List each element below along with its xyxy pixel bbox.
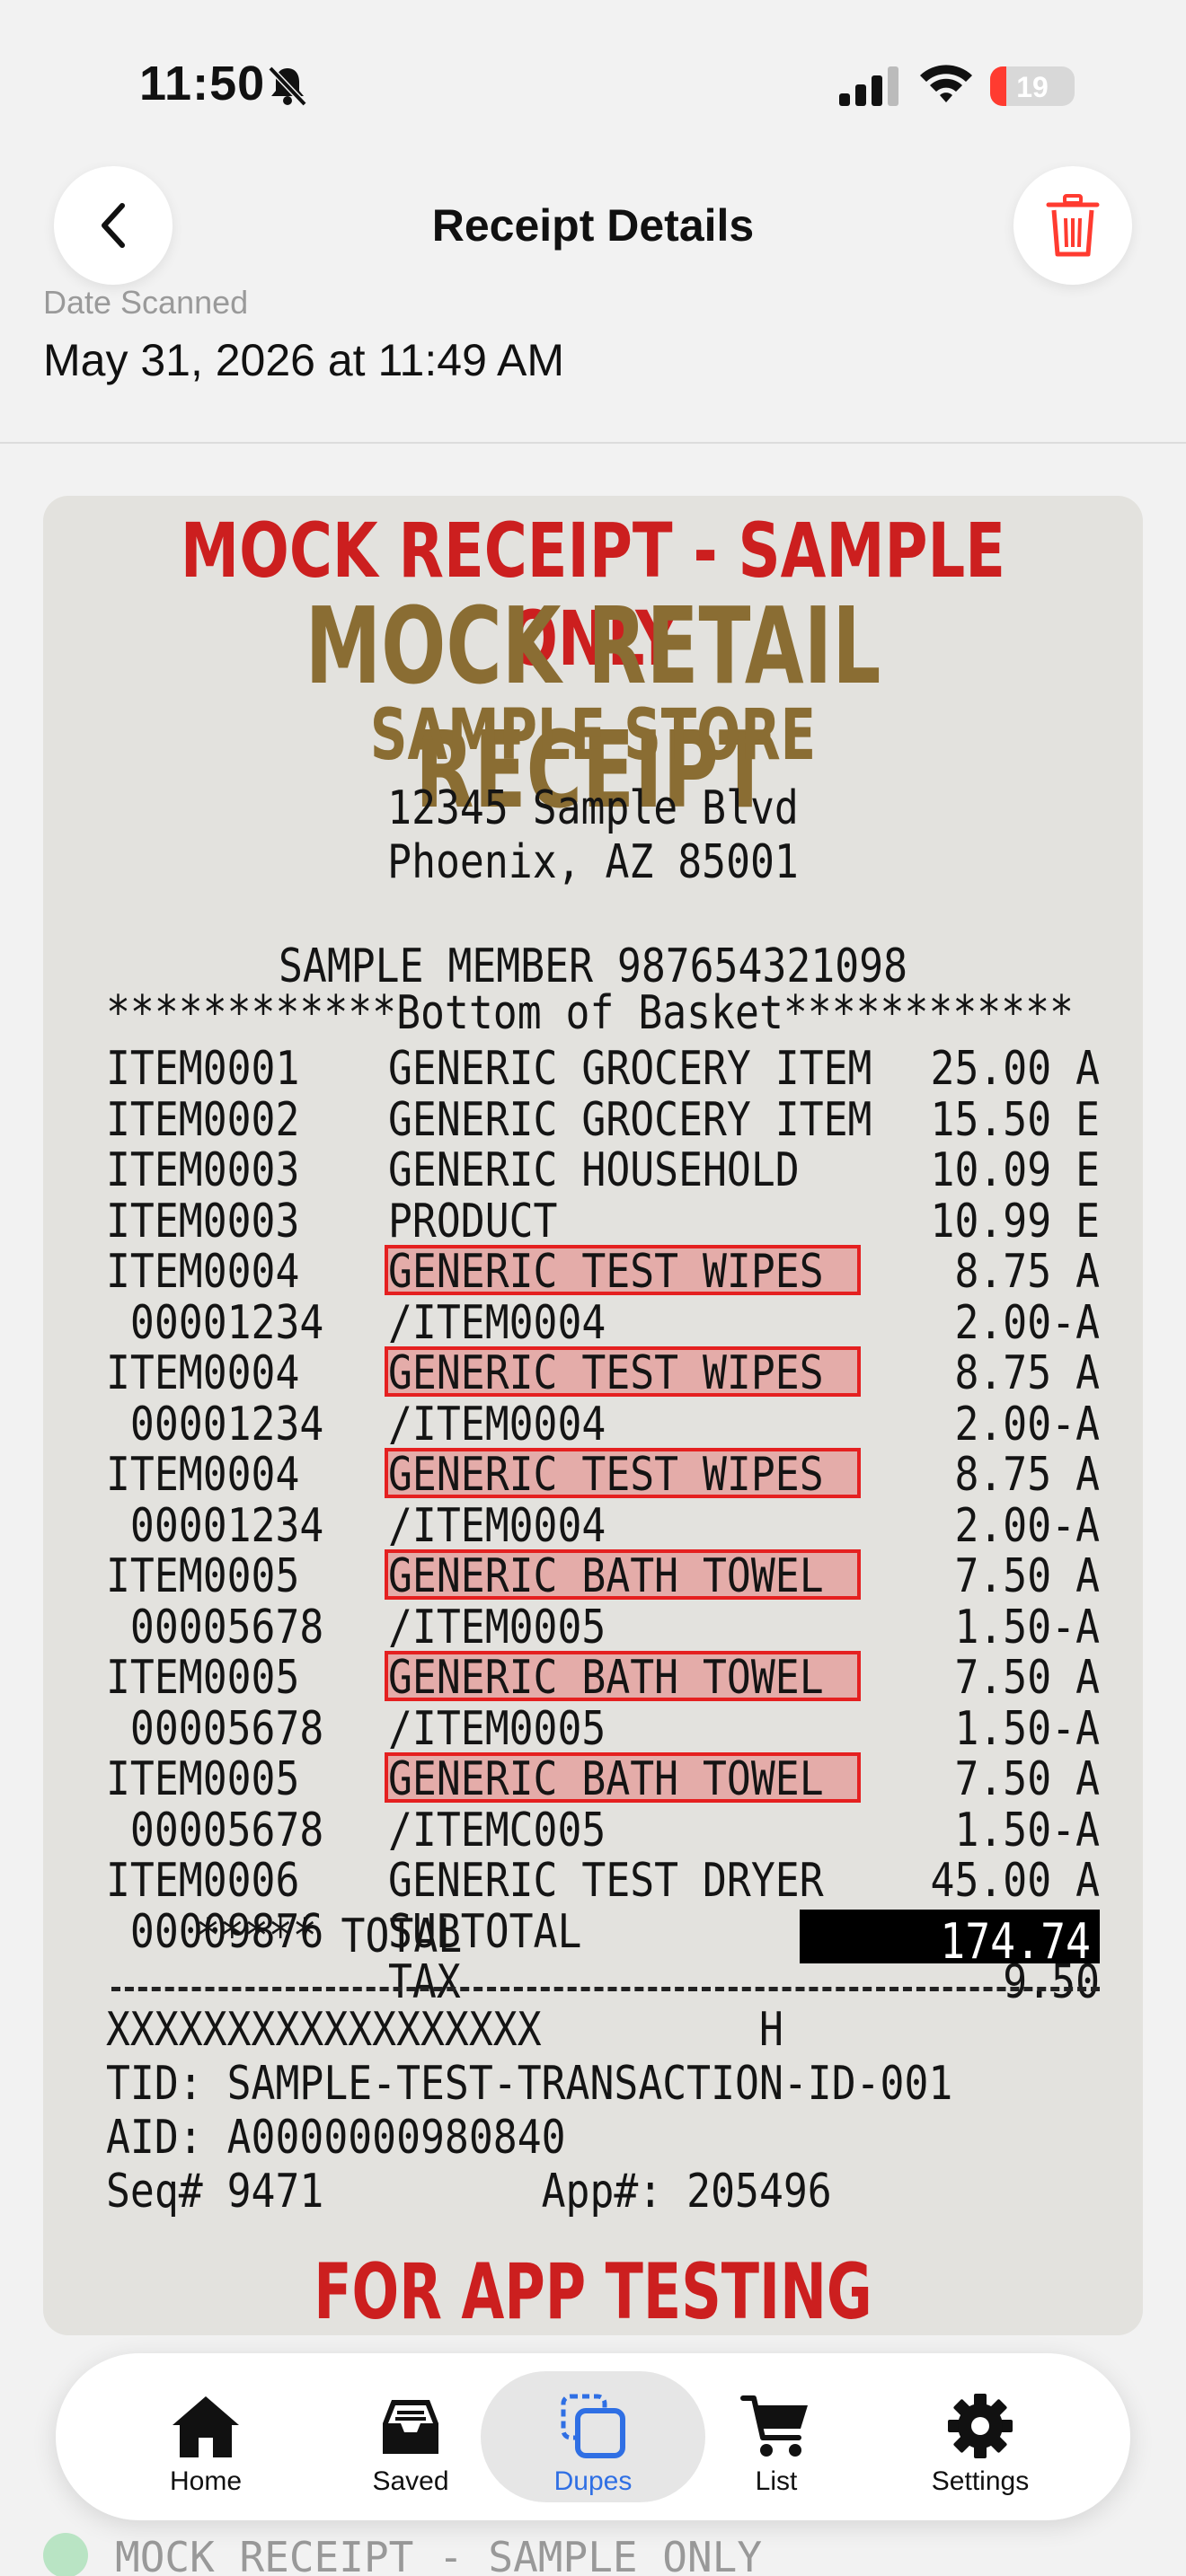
line-item-amount: 45.00 A <box>930 1854 1100 1908</box>
line-item-amount: 15.50 E <box>930 1093 1100 1147</box>
receipt-image[interactable]: MOCK RECEIPT - SAMPLE ONLY MOCK RETAIL R… <box>43 496 1143 2335</box>
line-item-code: 00001234 <box>106 1499 324 1553</box>
receipt-address-line-2: Phoenix, AZ 85001 <box>387 835 799 889</box>
line-item-amount: 1.50-A <box>954 1804 1100 1857</box>
tab-bar: Home Saved Dupes List Settings <box>56 2353 1130 2520</box>
delete-button[interactable] <box>1013 166 1132 285</box>
bell-slash-icon <box>268 66 307 107</box>
line-item-amount: 2.00-A <box>954 1499 1100 1553</box>
line-item-code: 00001234 <box>106 1296 324 1350</box>
receipt-store: SAMPLE STORE <box>369 695 817 776</box>
trash-icon <box>1046 194 1100 257</box>
line-item-amount: 10.99 E <box>930 1195 1100 1248</box>
line-item-code: ITEM0005 <box>106 1752 300 1806</box>
line-item-amount: 1.50-A <box>954 1601 1100 1654</box>
line-item-description: GENERIC HOUSEHOLD <box>388 1143 800 1197</box>
receipt-basket-line: ************Bottom of Basket************ <box>106 986 1074 1040</box>
line-item-description: TAX <box>388 1955 461 2009</box>
receipt-total-label: ***** TOTAL <box>196 1910 463 1963</box>
cart-icon <box>740 2395 808 2457</box>
duplicate-icon <box>561 2394 625 2458</box>
line-item-amount: 7.50 A <box>954 1752 1100 1806</box>
line-item-description: GENERIC BATH TOWEL <box>388 1752 824 1806</box>
line-item-description: /ITEM0004 <box>388 1499 606 1553</box>
tab-label: Settings <box>931 2466 1030 2496</box>
line-item-description: /ITEM0005 <box>388 1702 606 1756</box>
line-item-description: PRODUCT <box>388 1195 558 1248</box>
receipt-tid: TID: SAMPLE-TEST-TRANSACTION-ID-001 <box>106 2057 953 2111</box>
line-item-amount: 8.75 A <box>954 1448 1100 1502</box>
line-item-code: ITEM0004 <box>106 1346 300 1400</box>
receipt-masked-card: XXXXXXXXXXXXXXXXXX H <box>106 2003 783 2057</box>
receipt-total-value: 174.74 <box>940 1913 1091 1970</box>
line-item-amount: 10.09 E <box>930 1143 1100 1197</box>
line-item-code: 00005678 <box>106 1601 324 1654</box>
line-item-code: ITEM0003 <box>106 1195 300 1248</box>
line-item-description: GENERIC GROCERY ITEM <box>388 1042 872 1096</box>
line-item-amount: 1.50-A <box>954 1702 1100 1756</box>
line-item-description: GENERIC TEST DRYER <box>388 1854 824 1908</box>
wifi-icon <box>920 65 972 102</box>
line-item-amount: 7.50 A <box>954 1549 1100 1603</box>
receipt-address-line-1: 12345 Sample Blvd <box>387 781 799 835</box>
line-item-amount: 2.00-A <box>954 1398 1100 1451</box>
line-item-amount: 8.75 A <box>954 1245 1100 1299</box>
line-item-description: GENERIC BATH TOWEL <box>388 1651 824 1705</box>
receipt-footer: FOR APP TESTING PURPOSES - NOT REAL <box>314 2247 872 2335</box>
receipt-member: SAMPLE MEMBER 987654321098 <box>278 940 908 993</box>
cellular-signal-icon <box>839 66 898 106</box>
page-title: Receipt Details <box>431 200 755 251</box>
line-item-description: GENERIC TEST WIPES <box>388 1245 824 1299</box>
line-item-code: ITEM0001 <box>106 1042 300 1096</box>
line-item-code: ITEM0005 <box>106 1651 300 1705</box>
line-item-description: GENERIC TEST WIPES <box>388 1346 824 1400</box>
date-scanned-label: Date Scanned <box>43 284 249 321</box>
tray-icon <box>383 2400 438 2454</box>
date-scanned-value: May 31, 2026 at 11:49 AM <box>43 335 565 385</box>
line-item-description: /ITEM0004 <box>388 1398 606 1451</box>
line-item-description: GENERIC BATH TOWEL <box>388 1549 824 1603</box>
line-item-code: 00005678 <box>106 1702 324 1756</box>
line-item-description: GENERIC GROCERY ITEM <box>388 1093 872 1147</box>
line-item-description: /ITEM0005 <box>388 1601 606 1654</box>
line-item-code: 00001234 <box>106 1398 324 1451</box>
line-item-amount: 7.50 A <box>954 1651 1100 1705</box>
line-item-amount: 8.75 A <box>954 1346 1100 1400</box>
line-item-code: ITEM0004 <box>106 1245 300 1299</box>
tab-label: List <box>755 2466 798 2496</box>
line-item-code: ITEM0002 <box>106 1093 300 1147</box>
line-item-amount: 25.00 A <box>930 1042 1100 1096</box>
receipt-aid: AID: A0000000980840 <box>106 2111 566 2165</box>
behind-row-text: MOCK RECEIPT - SAMPLE ONLY <box>115 2533 763 2576</box>
divider <box>0 442 1186 444</box>
battery-level: 19 <box>1016 71 1049 103</box>
tab-label: Home <box>169 2466 243 2496</box>
line-item-description: /ITEMC005 <box>388 1804 606 1857</box>
receipt-seq: Seq# 9471 App#: 205496 <box>106 2165 832 2219</box>
tab-list[interactable]: List <box>664 2371 889 2502</box>
line-item-description: GENERIC TEST WIPES <box>388 1448 824 1502</box>
line-item-code: 00005678 <box>106 1804 324 1857</box>
status-time: 11:50 <box>139 57 266 110</box>
line-item-amount: 2.00-A <box>954 1296 1100 1350</box>
gear-icon <box>948 2394 1013 2458</box>
line-item-description: /ITEM0004 <box>388 1296 606 1350</box>
check-icon <box>43 2533 88 2576</box>
tab-home[interactable]: Home <box>93 2371 318 2502</box>
house-icon <box>173 2396 239 2457</box>
battery-indicator: 19 <box>990 66 1075 106</box>
receipt-dashed-divider <box>111 1987 1100 1991</box>
line-item-code: ITEM0004 <box>106 1448 300 1502</box>
line-item-code: ITEM0006 <box>106 1854 300 1908</box>
line-item-code: ITEM0003 <box>106 1143 300 1197</box>
status-bar: 11:50 19 <box>0 0 1186 153</box>
line-item-code: ITEM0005 <box>106 1549 300 1603</box>
tab-settings[interactable]: Settings <box>868 2371 1093 2502</box>
